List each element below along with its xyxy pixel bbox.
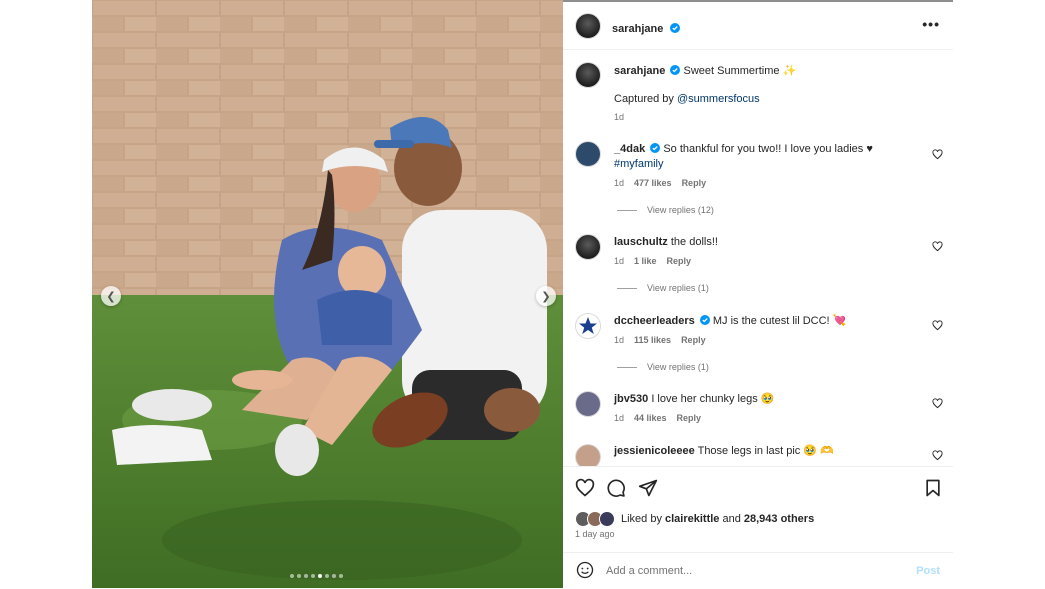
commenter-username[interactable]: dccheerleaders	[614, 315, 695, 327]
chevron-right-icon: ❯	[541, 290, 551, 303]
star-logo-icon	[579, 317, 597, 334]
comment-likes[interactable]: 1 like	[634, 256, 657, 266]
bookmark-icon[interactable]	[923, 478, 943, 498]
comment-text: I love her chunky legs 🥹	[651, 393, 775, 405]
chevron-left-icon: ❮	[106, 290, 116, 303]
commenter-username[interactable]: _4dak	[614, 143, 645, 155]
comment-age: 1d	[614, 178, 625, 188]
commenter-avatar[interactable]	[575, 141, 601, 167]
caption-text: Sweet Summertime ✨	[683, 65, 797, 77]
carousel-dot	[304, 574, 308, 578]
reply-button[interactable]: Reply	[681, 335, 706, 345]
comment-likes[interactable]: 477 likes	[634, 178, 672, 188]
comment-age: 1d	[614, 256, 625, 266]
carousel-dot	[290, 574, 294, 578]
previous-photo-button[interactable]: ❮	[101, 286, 121, 306]
comment-likes[interactable]: 44 likes	[634, 413, 667, 423]
caption-credit-prefix: Captured by	[614, 93, 677, 105]
post-side-panel: sarahjane ••• sarahjane Sweet Summertime…	[563, 2, 953, 588]
comment-text: MJ is the cutest lil DCC! 💘	[712, 315, 847, 327]
carousel-dot	[311, 574, 315, 578]
comment-likes[interactable]: 115 likes	[634, 335, 671, 345]
comment-text: Those legs in last pic 🥹 🫶	[697, 445, 834, 457]
comment-age: 1d	[614, 335, 625, 345]
carousel-dot-active	[318, 574, 322, 578]
commenter-username[interactable]: jbv530	[614, 393, 648, 405]
verified-icon	[699, 315, 710, 325]
view-replies-button[interactable]: View replies (12)	[617, 205, 714, 215]
heart-icon[interactable]	[575, 478, 595, 498]
heart-icon[interactable]	[932, 320, 943, 331]
heart-icon[interactable]	[932, 241, 943, 252]
reply-button[interactable]: Reply	[667, 256, 692, 266]
author-avatar[interactable]	[575, 13, 601, 39]
caption-credit-link[interactable]: @summersfocus	[677, 93, 760, 105]
comment-text: the dolls!!	[670, 236, 718, 248]
verified-icon	[670, 65, 681, 75]
post-time: 1 day ago	[575, 529, 615, 539]
post-actions: Liked by clairekittle and 28,943 others …	[563, 466, 953, 557]
comment-input[interactable]: Add a comment...	[606, 565, 692, 577]
post-comment-button[interactable]: Post	[916, 565, 940, 577]
commenter-avatar[interactable]	[575, 444, 601, 466]
comment-item: jessienicoleeee Those legs in last pic 🥹…	[563, 442, 953, 466]
liked-by-prefix: Liked by	[621, 513, 662, 525]
heart-icon[interactable]	[932, 398, 943, 409]
commenter-username[interactable]: lauschultz	[614, 236, 668, 248]
emoji-icon[interactable]	[576, 561, 594, 579]
comment-hashtag[interactable]: #myfamily	[614, 157, 914, 171]
commenter-avatar[interactable]	[575, 234, 601, 260]
share-icon[interactable]	[638, 478, 658, 498]
heart-icon[interactable]	[932, 450, 943, 461]
post-header: sarahjane •••	[563, 2, 953, 50]
commenter-username[interactable]: jessienicoleeee	[614, 445, 695, 457]
verified-icon	[669, 23, 680, 33]
commenter-avatar[interactable]	[575, 313, 601, 339]
add-comment-bar: Add a comment... Post	[563, 552, 953, 589]
liked-by-and: and	[719, 513, 744, 525]
carousel-dot	[325, 574, 329, 578]
carousel-dot	[297, 574, 301, 578]
liked-by-count[interactable]: 28,943 others	[744, 513, 814, 525]
liked-by-user[interactable]: clairekittle	[665, 513, 719, 525]
liker-avatar	[599, 511, 615, 527]
reply-button[interactable]: Reply	[677, 413, 702, 423]
reply-button[interactable]: Reply	[682, 178, 707, 188]
comment-icon[interactable]	[606, 478, 626, 498]
comment-age: 1d	[614, 413, 625, 423]
heart-icon[interactable]	[932, 149, 943, 160]
post-photo[interactable]	[92, 0, 563, 588]
verified-icon	[650, 143, 661, 153]
family-photo-illustration	[92, 0, 563, 588]
commenter-avatar[interactable]	[575, 391, 601, 417]
caption-username[interactable]: sarahjane	[614, 65, 665, 77]
liked-by[interactable]: Liked by clairekittle and 28,943 others	[575, 511, 814, 527]
carousel-indicator	[290, 574, 343, 578]
author-username[interactable]: sarahjane	[612, 23, 663, 35]
caption-avatar[interactable]	[575, 62, 601, 88]
carousel-dot	[339, 574, 343, 578]
comment-text: So thankful for you two!! I love you lad…	[663, 143, 873, 155]
caption-age: 1d	[614, 112, 625, 122]
more-icon[interactable]: •••	[922, 16, 940, 32]
carousel-dot	[332, 574, 336, 578]
view-replies-button[interactable]: View replies (1)	[617, 362, 709, 372]
view-replies-button[interactable]: View replies (1)	[617, 283, 709, 293]
next-photo-button[interactable]: ❯	[536, 286, 556, 306]
